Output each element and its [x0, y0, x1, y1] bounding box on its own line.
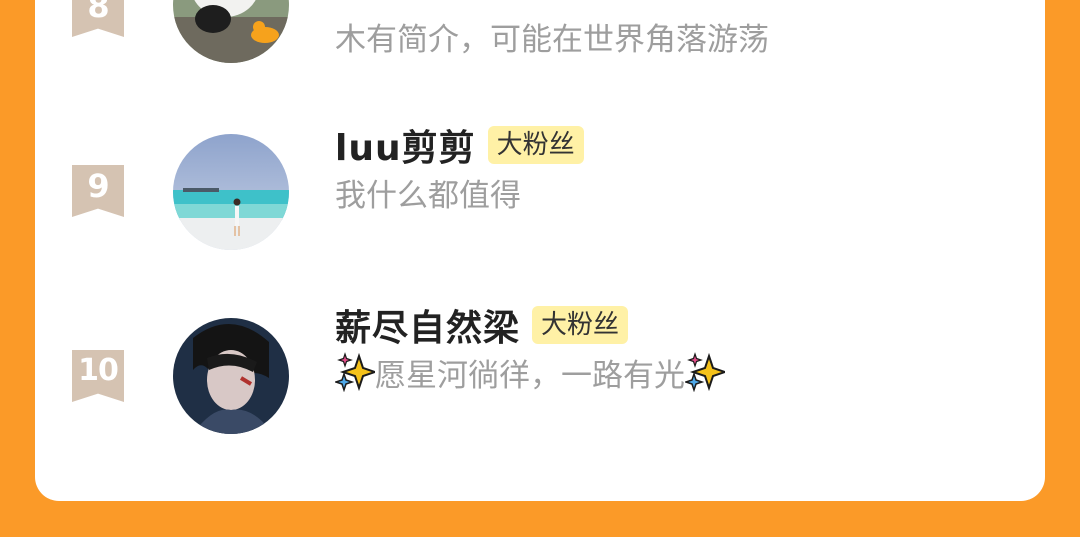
- fan-bio: 我什么都值得: [335, 170, 521, 214]
- beach-avatar[interactable]: [173, 134, 289, 250]
- rank-ribbon: 8: [72, 0, 124, 37]
- fan-badge: 大粉丝: [487, 126, 584, 164]
- fan-name-line: 薪尽自然梁 大粉丝: [335, 303, 629, 349]
- fan-ranking-card: 8 木有简介，可能在世界角落游荡 9 luu剪剪 大粉丝 我什么都值得 10 薪…: [35, 0, 1045, 501]
- fan-name[interactable]: 薪尽自然梁: [335, 299, 520, 351]
- fan-name-line: luu剪剪 大粉丝: [335, 123, 584, 169]
- rank-ribbon: 9: [72, 165, 124, 217]
- fan-bio: 木有简介，可能在世界角落游荡: [335, 14, 769, 59]
- fan-bio-text: 木有简介，可能在世界角落游荡: [335, 22, 769, 58]
- list-item[interactable]: 9 luu剪剪 大粉丝 我什么都值得: [35, 125, 1045, 285]
- list-item[interactable]: 10 薪尽自然梁 大粉丝 愿星河徜徉，一路有光: [35, 306, 1045, 470]
- sparkles-icon: [685, 352, 725, 392]
- fan-badge: 大粉丝: [532, 306, 629, 344]
- rank-ribbon: 10: [72, 350, 124, 402]
- fan-bio: 愿星河徜徉，一路有光: [335, 350, 725, 394]
- list-item[interactable]: 8 木有简介，可能在世界角落游荡: [35, 0, 1045, 63]
- fan-bio-text: 我什么都值得: [335, 177, 521, 214]
- fan-name[interactable]: luu剪剪: [335, 119, 476, 171]
- portrait-avatar[interactable]: [173, 318, 289, 434]
- panda-avatar[interactable]: [173, 0, 289, 63]
- sparkles-icon: [335, 352, 375, 392]
- fan-bio-text: 愿星河徜徉，一路有光: [375, 357, 685, 394]
